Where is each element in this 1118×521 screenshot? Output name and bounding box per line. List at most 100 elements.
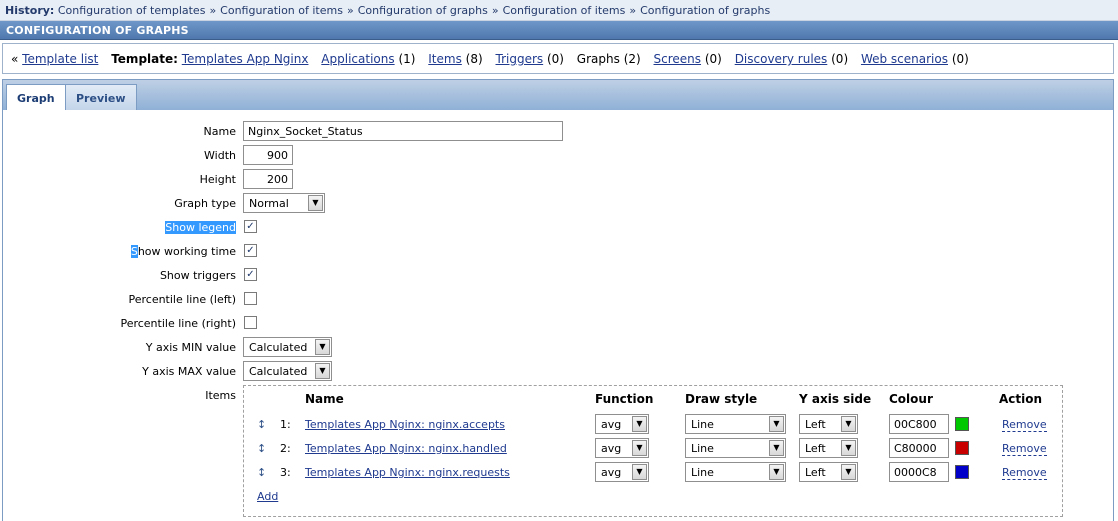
applications-count: (1) bbox=[398, 52, 416, 66]
template-nav: « Template list Template: Templates App … bbox=[2, 43, 1114, 74]
colour-swatch[interactable] bbox=[955, 417, 969, 431]
row-number: 2: bbox=[280, 442, 291, 455]
ymin-select[interactable]: Calculated ▼ bbox=[243, 337, 332, 357]
show-legend-checkbox[interactable]: ✓ bbox=[244, 220, 257, 233]
history-separator: » bbox=[491, 4, 499, 17]
show-working-time-label-cell: Show working time bbox=[3, 241, 236, 261]
discovery-rules-count: (0) bbox=[831, 52, 849, 66]
y-axis-side-select[interactable]: Left ▼ bbox=[799, 438, 858, 458]
add-item-link[interactable]: Add bbox=[257, 490, 278, 503]
chevron-down-icon: ▼ bbox=[841, 440, 856, 456]
chevron-down-icon: ▼ bbox=[769, 440, 784, 456]
table-row: ↕ 1: Templates App Nginx: nginx.accepts … bbox=[244, 414, 1062, 438]
colour-input[interactable] bbox=[889, 414, 949, 434]
width-label: Width bbox=[204, 149, 236, 162]
y-axis-side-select[interactable]: Left ▼ bbox=[799, 462, 858, 482]
width-input[interactable] bbox=[243, 145, 293, 165]
y-axis-side-value: Left bbox=[805, 442, 826, 455]
screens-count: (0) bbox=[704, 52, 722, 66]
show-legend-label: Show legend bbox=[165, 221, 236, 234]
remove-link[interactable]: Remove bbox=[1002, 466, 1047, 480]
items-link[interactable]: Items bbox=[428, 52, 462, 66]
name-label-cell: Name bbox=[3, 121, 236, 141]
history-separator: » bbox=[629, 4, 637, 17]
item-name-link[interactable]: Templates App Nginx: nginx.handled bbox=[305, 442, 507, 455]
history-bar: History: Configuration of templates» Conf… bbox=[0, 0, 1118, 21]
col-header-action: Action bbox=[999, 392, 1043, 406]
function-select[interactable]: avg ▼ bbox=[595, 462, 649, 482]
history-label: History: bbox=[5, 4, 55, 17]
web-scenarios-link[interactable]: Web scenarios bbox=[861, 52, 948, 66]
function-select[interactable]: avg ▼ bbox=[595, 414, 649, 434]
chevron-down-icon: ▼ bbox=[632, 440, 647, 456]
draw-style-select[interactable]: Line ▼ bbox=[685, 438, 786, 458]
graph-type-label: Graph type bbox=[174, 197, 236, 210]
height-label-cell: Height bbox=[3, 169, 236, 189]
height-input[interactable] bbox=[243, 169, 293, 189]
draw-style-select[interactable]: Line ▼ bbox=[685, 414, 786, 434]
graph-type-select[interactable]: Normal ▼ bbox=[243, 193, 325, 213]
history-link-graphs[interactable]: Configuration of graphs bbox=[358, 4, 488, 17]
graph-form: Name Width Height Graph type Normal ▼ Sh… bbox=[2, 110, 1114, 521]
chevron-down-icon: ▼ bbox=[632, 464, 647, 480]
items-label: Items bbox=[205, 389, 236, 402]
chevron-down-icon: ▼ bbox=[308, 195, 323, 211]
colour-input[interactable] bbox=[889, 438, 949, 458]
screens-link[interactable]: Screens bbox=[654, 52, 702, 66]
col-header-name: Name bbox=[305, 392, 344, 406]
colour-swatch[interactable] bbox=[955, 465, 969, 479]
triggers-link[interactable]: Triggers bbox=[496, 52, 544, 66]
colour-swatch[interactable] bbox=[955, 441, 969, 455]
draw-style-select[interactable]: Line ▼ bbox=[685, 462, 786, 482]
show-working-time-checkbox[interactable]: ✓ bbox=[244, 244, 257, 257]
history-link-items-2[interactable]: Configuration of items bbox=[503, 4, 626, 17]
table-row: ↕ 2: Templates App Nginx: nginx.handled … bbox=[244, 438, 1062, 462]
tab-graph[interactable]: Graph bbox=[6, 84, 66, 112]
drag-handle-icon[interactable]: ↕ bbox=[257, 466, 266, 479]
drag-handle-icon[interactable]: ↕ bbox=[257, 418, 266, 431]
items-count: (8) bbox=[465, 52, 483, 66]
graphs-current: Graphs bbox=[576, 52, 620, 66]
items-table: Name Function Draw style Y axis side Col… bbox=[243, 385, 1063, 517]
graph-type-value: Normal bbox=[249, 197, 289, 210]
ymax-label-cell: Y axis MAX value bbox=[3, 361, 236, 381]
applications-link[interactable]: Applications bbox=[321, 52, 394, 66]
history-link-templates[interactable]: Configuration of templates bbox=[58, 4, 206, 17]
history-separator: » bbox=[209, 4, 217, 17]
template-list-link[interactable]: Template list bbox=[22, 52, 98, 66]
percentile-right-label-cell: Percentile line (right) bbox=[3, 313, 236, 333]
y-axis-side-select[interactable]: Left ▼ bbox=[799, 414, 858, 434]
draw-style-value: Line bbox=[691, 442, 714, 455]
width-label-cell: Width bbox=[3, 145, 236, 165]
remove-link[interactable]: Remove bbox=[1002, 418, 1047, 432]
percentile-left-checkbox[interactable] bbox=[244, 292, 257, 305]
chevron-down-icon: ▼ bbox=[769, 416, 784, 432]
name-input[interactable] bbox=[243, 121, 563, 141]
item-name-link[interactable]: Templates App Nginx: nginx.requests bbox=[305, 466, 510, 479]
colour-input[interactable] bbox=[889, 462, 949, 482]
drag-handle-icon[interactable]: ↕ bbox=[257, 442, 266, 455]
triggers-count: (0) bbox=[546, 52, 564, 66]
history-link-graphs-2[interactable]: Configuration of graphs bbox=[640, 4, 770, 17]
tabs-bar: Graph Preview bbox=[2, 79, 1114, 112]
draw-style-value: Line bbox=[691, 466, 714, 479]
percentile-right-label: Percentile line (right) bbox=[120, 317, 236, 330]
chevron-down-icon: ▼ bbox=[632, 416, 647, 432]
ymax-select[interactable]: Calculated ▼ bbox=[243, 361, 332, 381]
show-legend-label-cell: Show legend bbox=[3, 217, 236, 237]
remove-link[interactable]: Remove bbox=[1002, 442, 1047, 456]
function-value: avg bbox=[601, 466, 622, 479]
function-select[interactable]: avg ▼ bbox=[595, 438, 649, 458]
ymax-value: Calculated bbox=[249, 365, 308, 378]
percentile-left-label: Percentile line (left) bbox=[128, 293, 236, 306]
discovery-rules-link[interactable]: Discovery rules bbox=[735, 52, 828, 66]
tab-preview[interactable]: Preview bbox=[65, 84, 137, 111]
percentile-right-checkbox[interactable] bbox=[244, 316, 257, 329]
item-name-link[interactable]: Templates App Nginx: nginx.accepts bbox=[305, 418, 505, 431]
template-name-link[interactable]: Templates App Nginx bbox=[182, 52, 309, 66]
ymax-label: Y axis MAX value bbox=[142, 365, 236, 378]
col-header-y-axis-side: Y axis side bbox=[799, 392, 872, 406]
history-link-items[interactable]: Configuration of items bbox=[220, 4, 343, 17]
show-triggers-checkbox[interactable]: ✓ bbox=[244, 268, 257, 281]
back-arrow-icon: « bbox=[11, 52, 19, 66]
